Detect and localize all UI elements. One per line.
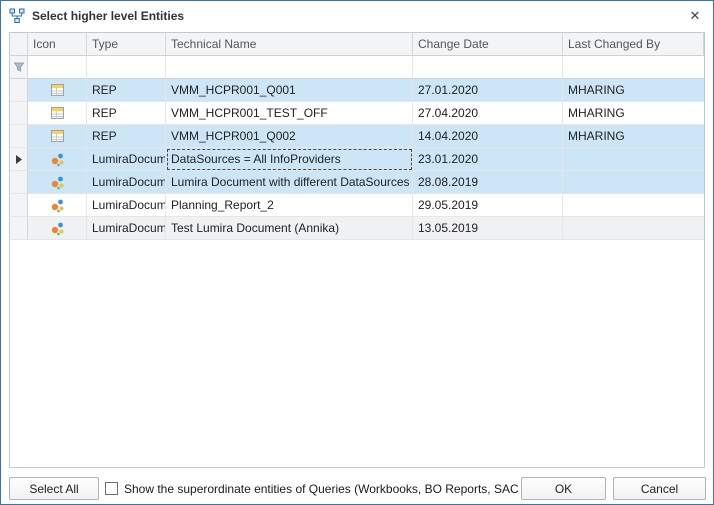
report-icon	[50, 106, 65, 120]
superordinate-checkbox-group: Show the superordinate entities of Queri…	[105, 477, 563, 500]
technical-name-cell[interactable]: VMM_HCPR001_Q001	[166, 79, 413, 102]
entity-icon-cell[interactable]	[28, 194, 87, 217]
filter-cell-technical-name[interactable]	[166, 56, 413, 79]
column-header-last-changed-by[interactable]: Last Changed By	[563, 33, 704, 56]
last-changed-by-cell[interactable]	[563, 148, 704, 171]
technical-name-cell[interactable]: VMM_HCPR001_TEST_OFF	[166, 102, 413, 125]
table-row[interactable]: LumiraDocum... Planning_Report_2 29.05.2…	[10, 194, 704, 217]
technical-name-cell[interactable]: DataSources = All InfoProviders	[166, 148, 413, 171]
change-date-cell[interactable]: 13.05.2019	[413, 217, 563, 240]
page-title: Select higher level Entities	[32, 9, 184, 23]
technical-name-cell[interactable]: Lumira Document with different DataSourc…	[166, 171, 413, 194]
table-row[interactable]: REP VMM_HCPR001_Q002 14.04.2020 MHARING	[10, 125, 704, 148]
technical-name-cell[interactable]: Planning_Report_2	[166, 194, 413, 217]
filter-cell-change-date[interactable]	[413, 56, 563, 79]
table-row[interactable]: LumiraDocum... Test Lumira Document (Ann…	[10, 217, 704, 240]
entity-icon-cell[interactable]	[28, 217, 87, 240]
lumira-document-icon	[50, 198, 65, 213]
entity-icon-cell[interactable]	[28, 102, 87, 125]
type-cell[interactable]: REP	[87, 79, 166, 102]
column-header-change-date[interactable]: Change Date	[413, 33, 563, 56]
entity-icon-cell[interactable]	[28, 125, 87, 148]
lumira-document-icon	[50, 221, 65, 236]
hierarchy-icon	[9, 8, 25, 24]
focused-row-indicator	[10, 148, 28, 171]
close-icon[interactable]: ✕	[677, 1, 713, 31]
row-indicator	[10, 217, 28, 240]
type-cell[interactable]: REP	[87, 102, 166, 125]
change-date-cell[interactable]: 29.05.2019	[413, 194, 563, 217]
technical-name-cell[interactable]: VMM_HCPR001_Q002	[166, 125, 413, 148]
superordinate-checkbox-label: Show the superordinate entities of Queri…	[124, 482, 563, 496]
last-changed-by-cell[interactable]	[563, 171, 704, 194]
table-row[interactable]: LumiraDocum... DataSources = All InfoPro…	[10, 148, 704, 171]
table-row[interactable]: LumiraDocum... Lumira Document with diff…	[10, 171, 704, 194]
type-cell[interactable]: LumiraDocum...	[87, 148, 166, 171]
type-cell[interactable]: LumiraDocum...	[87, 194, 166, 217]
change-date-cell[interactable]: 27.01.2020	[413, 79, 563, 102]
type-cell[interactable]: REP	[87, 125, 166, 148]
table-row[interactable]: REP VMM_HCPR001_TEST_OFF 27.04.2020 MHAR…	[10, 102, 704, 125]
select-all-button[interactable]: Select All	[9, 477, 99, 500]
ok-button[interactable]: OK	[521, 477, 606, 500]
column-header-technical-name[interactable]: Technical Name	[166, 33, 413, 56]
row-indicator	[10, 102, 28, 125]
change-date-cell[interactable]: 23.01.2020	[413, 148, 563, 171]
lumira-document-icon	[50, 175, 65, 190]
header-row-indicator	[10, 33, 28, 56]
type-cell[interactable]: LumiraDocum...	[87, 217, 166, 240]
entities-grid: Icon Type Technical Name Change Date Las…	[9, 32, 705, 468]
filter-row-indicator	[10, 56, 28, 79]
last-changed-by-cell[interactable]: MHARING	[563, 102, 704, 125]
column-header-icon[interactable]: Icon	[28, 33, 87, 56]
filter-cell-icon[interactable]	[28, 56, 87, 79]
last-changed-by-cell[interactable]	[563, 217, 704, 240]
row-indicator	[10, 171, 28, 194]
grid-header-row: Icon Type Technical Name Change Date Las…	[10, 33, 704, 56]
filter-funnel-icon	[13, 61, 25, 73]
entity-icon-cell[interactable]	[28, 171, 87, 194]
last-changed-by-cell[interactable]	[563, 194, 704, 217]
row-indicator	[10, 194, 28, 217]
column-header-type[interactable]: Type	[87, 33, 166, 56]
filter-cell-type[interactable]	[87, 56, 166, 79]
change-date-cell[interactable]: 27.04.2020	[413, 102, 563, 125]
title-bar: Select higher level Entities ✕	[1, 1, 713, 31]
technical-name-cell[interactable]: Test Lumira Document (Annika)	[166, 217, 413, 240]
entity-icon-cell[interactable]	[28, 79, 87, 102]
cancel-button[interactable]: Cancel	[613, 477, 706, 500]
filter-cell-last-changed-by[interactable]	[563, 56, 704, 79]
superordinate-checkbox[interactable]	[105, 482, 118, 495]
last-changed-by-cell[interactable]: MHARING	[563, 79, 704, 102]
last-changed-by-cell[interactable]: MHARING	[563, 125, 704, 148]
dialog-select-higher-level-entities: Select higher level Entities ✕ Icon Type…	[0, 0, 714, 505]
row-indicator	[10, 125, 28, 148]
row-arrow-icon	[16, 155, 22, 164]
report-icon	[50, 83, 65, 97]
change-date-cell[interactable]: 28.08.2019	[413, 171, 563, 194]
filter-row	[10, 56, 704, 79]
table-row[interactable]: REP VMM_HCPR001_Q001 27.01.2020 MHARING	[10, 79, 704, 102]
row-indicator	[10, 79, 28, 102]
type-cell[interactable]: LumiraDocum...	[87, 171, 166, 194]
report-icon	[50, 129, 65, 143]
entity-icon-cell[interactable]	[28, 148, 87, 171]
lumira-document-icon	[50, 152, 65, 167]
change-date-cell[interactable]: 14.04.2020	[413, 125, 563, 148]
